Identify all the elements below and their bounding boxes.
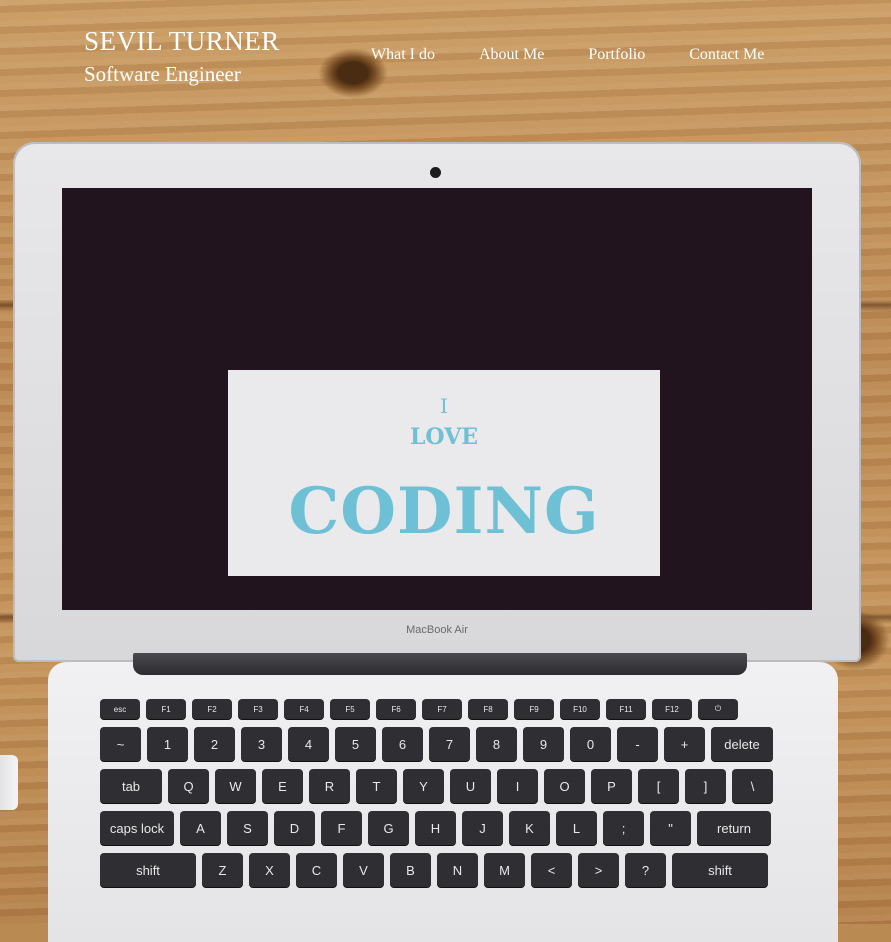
key-3: 3 [241, 727, 282, 761]
key-p: P [591, 769, 632, 803]
key-g: G [368, 811, 409, 845]
hero-line-i: I [440, 394, 448, 418]
keyboard-z-row: shift Z X C V B N M < >? shift [100, 853, 780, 887]
key-f2: F2 [192, 699, 232, 719]
key--: < [531, 853, 572, 887]
nav-contact-me[interactable]: Contact Me [689, 46, 764, 64]
key-f12: F12 [652, 699, 692, 719]
site-owner-title: Software Engineer [84, 62, 241, 86]
key-h: H [415, 811, 456, 845]
key-caps-lock: caps lock [100, 811, 174, 845]
key-f7: F7 [422, 699, 462, 719]
keyboard-a-row: caps lock A S D F G H J K L; " return [100, 811, 780, 845]
nav-about-me[interactable]: About Me [479, 46, 544, 64]
key-y: Y [403, 769, 444, 803]
key-esc: esc [100, 699, 140, 719]
key-f10: F10 [560, 699, 600, 719]
key--: > [578, 853, 619, 887]
key-0: 0 [570, 727, 611, 761]
laptop-hinge [133, 653, 747, 675]
webcam-icon [430, 167, 441, 178]
laptop-model-label: MacBook Air [406, 624, 468, 636]
key-f6: F6 [376, 699, 416, 719]
key-m: M [484, 853, 525, 887]
nav-what-i-do[interactable]: What I do [371, 46, 435, 64]
key-e: E [262, 769, 303, 803]
key--: [ [638, 769, 679, 803]
key-w: W [215, 769, 256, 803]
key-f: F [321, 811, 362, 845]
key--: + [664, 727, 705, 761]
key-1: 1 [147, 727, 188, 761]
key-tab: tab [100, 769, 162, 803]
key-u: U [450, 769, 491, 803]
key-shift: shift [672, 853, 768, 887]
keyboard-fn-row: esc F1 F2 F3 F4 F5 F6 F7 F8 F9 F10 F11 F12 ⏻ [100, 699, 780, 719]
key-n: N [437, 853, 478, 887]
key--: ] [685, 769, 726, 803]
key-k: K [509, 811, 550, 845]
key-f11: F11 [606, 699, 646, 719]
key--: " [650, 811, 691, 845]
hero-line-coding: CODING [288, 474, 600, 549]
key-b: B [390, 853, 431, 887]
hero-line-love: LOVE [409, 424, 479, 450]
site-header: SEVIL TURNER Software Engineer What I do… [0, 0, 891, 110]
key-o: O [544, 769, 585, 803]
key-v: V [343, 853, 384, 887]
key-t: T [356, 769, 397, 803]
key-f1: F1 [146, 699, 186, 719]
laptop-keyboard: esc F1 F2 F3 F4 F5 F6 F7 F8 F9 F10 F11 F12 ⏻ ~1 2 3 4 5 6 7… [100, 699, 780, 939]
key-9: 9 [523, 727, 564, 761]
key-8: 8 [476, 727, 517, 761]
key-j: J [462, 811, 503, 845]
key--: ? [625, 853, 666, 887]
key-return: return [697, 811, 771, 845]
key-2: 2 [194, 727, 235, 761]
key--: ; [603, 811, 644, 845]
key-f3: F3 [238, 699, 278, 719]
key--: ~ [100, 727, 141, 761]
key-5: 5 [335, 727, 376, 761]
key-4: 4 [288, 727, 329, 761]
key--: - [617, 727, 658, 761]
key-f8: F8 [468, 699, 508, 719]
key-l: L [556, 811, 597, 845]
hero-banner: I LOVE CODING [228, 370, 660, 576]
nav-portfolio[interactable]: Portfolio [588, 46, 645, 64]
key-i: I [497, 769, 538, 803]
key-f9: F9 [514, 699, 554, 719]
key-delete: delete [711, 727, 773, 761]
site-owner-name[interactable]: SEVIL TURNER [84, 26, 280, 57]
key-f5: F5 [330, 699, 370, 719]
main-nav: What I do About Me Portfolio Contact Me [371, 46, 808, 64]
key-7: 7 [429, 727, 470, 761]
key-a: A [180, 811, 221, 845]
keyboard-number-row: ~1 2 3 4 5 6 7 8 9 0- + delete [100, 727, 780, 761]
key-shift: shift [100, 853, 196, 887]
key-c: C [296, 853, 337, 887]
key-x: X [249, 853, 290, 887]
key-q: Q [168, 769, 209, 803]
key--: ⏻ [698, 699, 738, 719]
mug-edge [0, 755, 18, 810]
key-z: Z [202, 853, 243, 887]
key-s: S [227, 811, 268, 845]
keyboard-q-row: tab Q W E R T Y U I O P[] \ [100, 769, 780, 803]
key-d: D [274, 811, 315, 845]
key-r: R [309, 769, 350, 803]
key--: \ [732, 769, 773, 803]
key-f4: F4 [284, 699, 324, 719]
key-6: 6 [382, 727, 423, 761]
